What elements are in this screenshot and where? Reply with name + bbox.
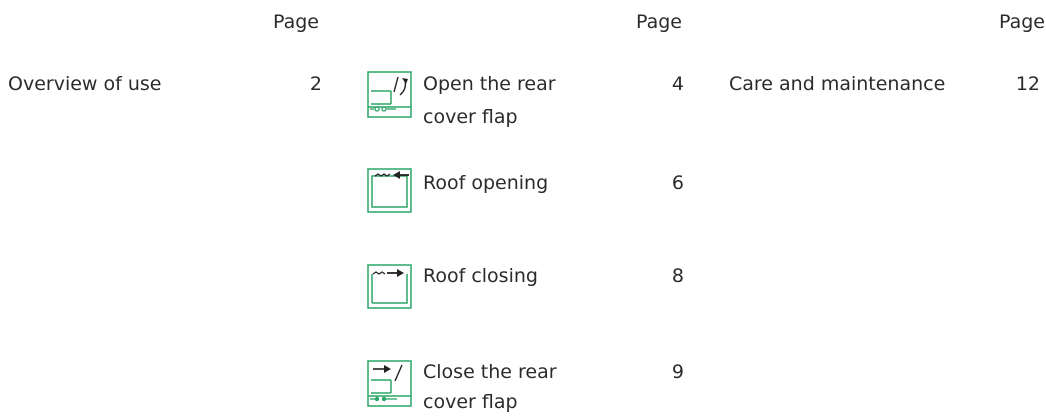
- toc-entry-page-number: 12: [1015, 73, 1040, 95]
- roof-opening-icon: [367, 168, 413, 213]
- open-rear-cover-flap-icon: [367, 71, 413, 118]
- toc-entry-label-line2: cover flap: [423, 106, 518, 128]
- toc-entry-page-number: 8: [671, 265, 684, 287]
- roof-closing-icon: [367, 264, 413, 309]
- toc-entry-label-line1: Close the rear: [423, 361, 557, 383]
- toc-entry-label-line1: Open the rear: [423, 73, 556, 95]
- close-rear-cover-flap-icon: [367, 360, 413, 407]
- toc-entry-label: Care and maintenance: [729, 73, 946, 95]
- page-column-header-2: Page: [636, 11, 682, 33]
- toc-entry-label: Overview of use: [8, 73, 162, 95]
- toc-entry-label: Roof opening: [423, 172, 549, 194]
- page-column-header-1: Page: [273, 11, 319, 33]
- toc-entry-page-number: 2: [309, 73, 322, 95]
- toc-entry-page-number: 4: [671, 73, 684, 95]
- toc-entry-label: Roof closing: [423, 265, 538, 287]
- toc-entry-page-number: 9: [671, 361, 684, 383]
- toc-entry-label-line2: cover flap: [423, 391, 518, 413]
- page-column-header-3: Page: [999, 11, 1045, 33]
- toc-entry-page-number: 6: [671, 172, 684, 194]
